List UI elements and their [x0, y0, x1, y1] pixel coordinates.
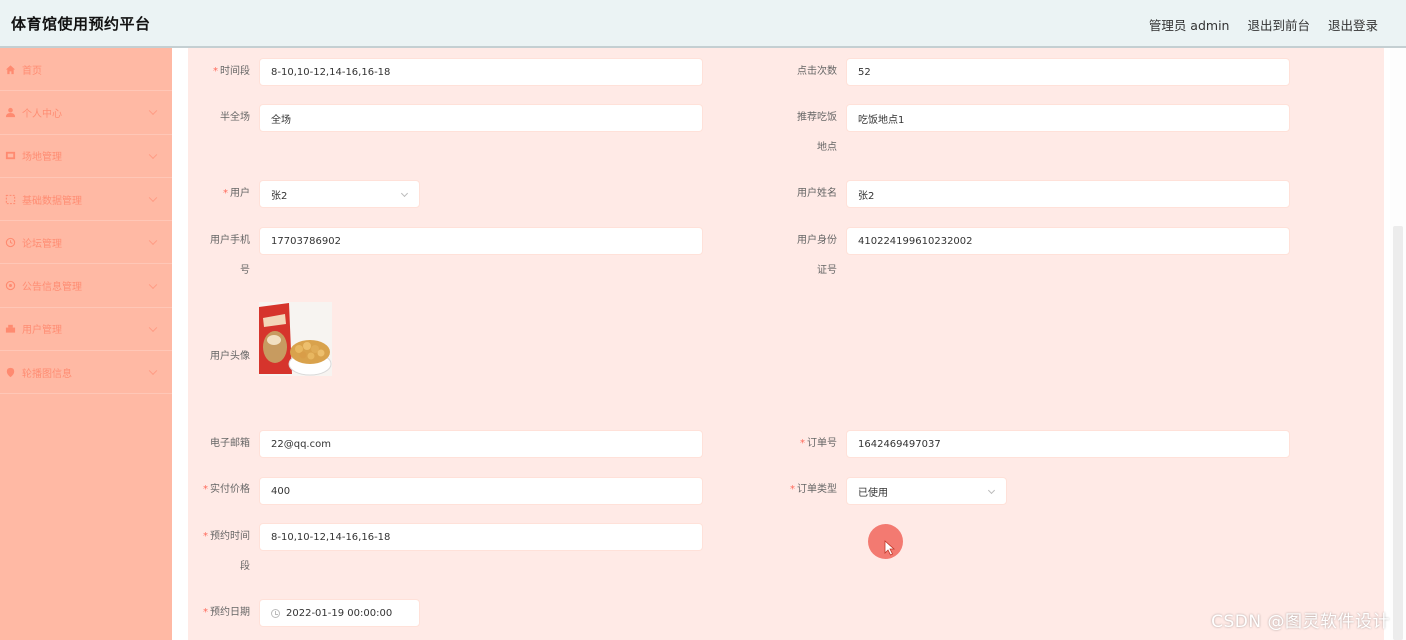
chevron-down-icon: [148, 106, 158, 116]
chevron-down-icon: [987, 486, 996, 495]
sidebar-item-label: 基础数据管理: [22, 195, 82, 207]
mouse-pointer-icon: [884, 540, 896, 556]
user-idcard-input[interactable]: 410224199610232002: [846, 227, 1290, 255]
sidebar-item-notice-management[interactable]: 公告信息管理: [0, 264, 172, 308]
booking-slot-label: * 预约时间段: [203, 531, 250, 572]
top-header: 体育馆使用预约平台 管理员 admin 退出到前台 退出登录: [0, 0, 1406, 48]
time-slot-label: * 时间段: [213, 66, 250, 77]
admin-username[interactable]: 管理员 admin: [1149, 15, 1230, 34]
booking-date-picker[interactable]: 2022-01-19 00:00:00: [259, 599, 420, 627]
booking-date-label: * 预约日期: [203, 607, 250, 618]
cursor-highlight: [868, 524, 903, 559]
clicks-input[interactable]: 52: [846, 58, 1290, 86]
sidebar-item-venue-management[interactable]: 场地管理: [0, 135, 172, 178]
back-to-front-link[interactable]: 退出到前台: [1247, 15, 1310, 34]
user-idcard-label: 用户身份 证号: [797, 235, 837, 276]
sidebar-item-label: 轮播图信息: [22, 368, 72, 380]
order-no-label: * 订单号: [800, 438, 837, 449]
logout-link[interactable]: 退出登录: [1328, 15, 1378, 34]
chevron-down-icon: [148, 150, 158, 159]
watermark: CSDN @图灵软件设计: [1211, 612, 1390, 632]
order-type-select[interactable]: 已使用: [846, 477, 1007, 505]
notice-icon: [4, 279, 17, 292]
chevron-down-icon: [148, 280, 158, 289]
user-phone-label: 用户手机号: [210, 235, 250, 276]
sidebar-item-label: 论坛管理: [22, 238, 62, 250]
user-phone-input[interactable]: 17703786902: [259, 227, 703, 255]
sidebar-item-carousel-info[interactable]: 轮播图信息: [0, 351, 172, 395]
order-no-input[interactable]: 1642469497037: [846, 430, 1290, 458]
paid-price-input[interactable]: 400: [259, 477, 703, 505]
chevron-down-icon: [148, 193, 158, 203]
sidebar-item-home[interactable]: 首页: [0, 48, 172, 92]
chevron-down-icon: [148, 236, 158, 246]
half-full-court-label: 半全场: [220, 112, 250, 123]
home-icon: [4, 63, 17, 76]
half-full-court-input[interactable]: 全场: [259, 104, 703, 132]
dining-place-input[interactable]: 吃饭地点1: [846, 104, 1290, 132]
header-nav: 管理员 admin 退出到前台 退出登录: [1149, 0, 1378, 48]
email-label: 电子邮箱: [210, 438, 250, 449]
dining-place-label: 推荐吃饭 地点: [797, 112, 837, 153]
sidebar: 首页 个人中心 场地管理 基础数据管理 论坛管理 公告信息管理 用户管理 轮播图…: [0, 48, 172, 640]
vertical-scrollbar[interactable]: [1390, 48, 1406, 640]
user-name-input[interactable]: 张2: [846, 180, 1290, 208]
user-avatar-label: 用户头像: [210, 351, 250, 362]
clock-icon: [271, 608, 280, 618]
data-icon: [4, 193, 17, 206]
sidebar-item-label: 个人中心: [22, 108, 62, 120]
clicks-label: 点击次数: [797, 66, 837, 77]
user-name-label: 用户姓名: [797, 188, 837, 199]
sidebar-item-forum-management[interactable]: 论坛管理: [0, 221, 172, 265]
sidebar-item-label: 公告信息管理: [22, 282, 82, 294]
email-input[interactable]: 22@qq.com: [259, 430, 703, 458]
order-type-label: * 订单类型: [790, 484, 837, 495]
sidebar-item-personal-center[interactable]: 个人中心: [0, 91, 172, 135]
chevron-down-icon: [148, 366, 158, 376]
sidebar-item-label: 用户管理: [22, 325, 62, 337]
forum-icon: [4, 236, 17, 249]
sidebar-item-label: 首页: [22, 65, 42, 77]
time-slot-input[interactable]: 8-10,10-12,14-16,16-18: [259, 58, 703, 86]
app-title: 体育馆使用预约平台: [11, 14, 151, 33]
chevron-down-icon: [400, 189, 409, 198]
sidebar-item-label: 场地管理: [22, 152, 62, 164]
booking-slot-input[interactable]: 8-10,10-12,14-16,16-18: [259, 523, 703, 551]
carousel-icon: [4, 366, 17, 379]
scrollbar-thumb[interactable]: [1393, 226, 1403, 640]
user-select[interactable]: 张2: [259, 180, 420, 208]
sidebar-item-basic-data-management[interactable]: 基础数据管理: [0, 178, 172, 222]
user-avatar-image: [259, 302, 332, 376]
paid-price-label: * 实付价格: [203, 484, 250, 495]
users-icon: [4, 322, 17, 335]
user-icon: [4, 106, 17, 119]
sidebar-item-user-management[interactable]: 用户管理: [0, 308, 172, 352]
user-label: * 用户: [223, 188, 250, 199]
venue-icon: [4, 149, 17, 162]
chevron-down-icon: [148, 323, 158, 332]
